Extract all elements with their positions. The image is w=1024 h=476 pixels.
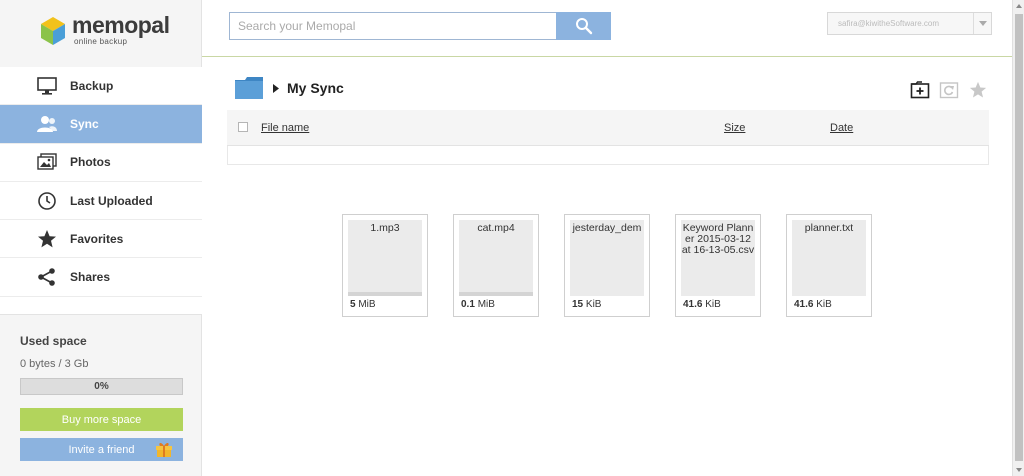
- file-size-value: 41.6: [794, 299, 814, 310]
- nav-spacer: [0, 296, 202, 315]
- file-table-header: File name Size Date: [227, 110, 989, 146]
- file-name: planner.txt: [804, 223, 854, 234]
- sidebar: memopal online backup Backup Sync Photos…: [0, 0, 202, 476]
- star-icon: [969, 81, 987, 98]
- scrollbar-thumb[interactable]: [1015, 14, 1023, 461]
- logo-wordmark: memopal: [72, 12, 170, 38]
- sidebar-item-photos[interactable]: Photos: [0, 144, 202, 182]
- invite-friend-label: Invite a friend: [68, 443, 135, 456]
- app-window: memopal online backup Backup Sync Photos…: [0, 0, 1024, 476]
- file-size-value: 5: [350, 299, 356, 310]
- star-icon: [34, 228, 60, 250]
- caret-right-icon: [273, 83, 279, 93]
- sidebar-item-label: Last Uploaded: [70, 193, 153, 208]
- sidebar-item-label: Backup: [70, 78, 114, 93]
- used-space-title: Used space: [20, 334, 87, 348]
- file-size: 41.6 KiB: [683, 299, 721, 310]
- search-button[interactable]: [556, 12, 611, 40]
- sidebar-item-sync[interactable]: Sync: [0, 105, 202, 144]
- file-size-unit: MiB: [358, 299, 376, 310]
- refresh-button[interactable]: [939, 80, 959, 100]
- file-size-unit: KiB: [816, 299, 832, 310]
- file-card[interactable]: jesterday_dem 15 KiB: [564, 214, 650, 317]
- breadcrumb: My Sync: [235, 76, 344, 100]
- sidebar-item-backup[interactable]: Backup: [0, 67, 202, 106]
- sidebar-item-label: Sync: [70, 116, 99, 131]
- file-size-value: 0.1: [461, 299, 475, 310]
- column-date[interactable]: Date: [830, 122, 853, 134]
- share-icon: [34, 266, 60, 288]
- buy-more-space-button[interactable]: Buy more space: [20, 408, 183, 431]
- folder-icon: [235, 77, 263, 99]
- sidebar-item-label: Photos: [70, 155, 111, 170]
- file-size: 41.6 KiB: [794, 299, 832, 310]
- photos-icon: [34, 151, 60, 173]
- file-size-unit: KiB: [705, 299, 721, 310]
- top-bar: safira@kiwitheSoftware.com: [202, 0, 1012, 57]
- page-title: My Sync: [287, 80, 344, 96]
- sidebar-item-last-uploaded[interactable]: Last Uploaded: [0, 182, 202, 221]
- file-name: cat.mp4: [477, 223, 515, 234]
- file-name: jesterday_dem: [572, 223, 642, 234]
- file-size-value: 41.6: [683, 299, 703, 310]
- file-name: 1.mp3: [370, 223, 400, 234]
- clock-icon: [34, 190, 60, 212]
- progress-label: 0%: [94, 381, 109, 392]
- sidebar-item-favorites[interactable]: Favorites: [0, 220, 202, 259]
- file-size: 15 KiB: [572, 299, 601, 310]
- invite-friend-button[interactable]: Invite a friend: [20, 438, 183, 461]
- sidebar-nav: Backup Sync Photos Last Uploaded Favorit…: [0, 67, 202, 315]
- file-size-value: 15: [572, 299, 584, 310]
- chevron-down-icon[interactable]: [973, 13, 991, 34]
- sidebar-item-label: Favorites: [70, 231, 124, 246]
- logo-tagline: online backup: [74, 37, 128, 46]
- column-file-name[interactable]: File name: [261, 122, 309, 134]
- used-space-value: 0 bytes / 3 Gb: [20, 358, 89, 370]
- scroll-up-arrow[interactable]: [1013, 0, 1024, 12]
- monitor-icon: [34, 75, 60, 97]
- file-size: 5 MiB: [350, 299, 376, 310]
- file-name: Keyword Planner 2015-03-12 at 16-13-05.c…: [681, 223, 755, 256]
- file-grid: 1.mp3 5 MiB cat.mp4 0.1 MiB jesterday_de…: [342, 214, 897, 317]
- new-folder-button[interactable]: [910, 80, 930, 100]
- vertical-scrollbar[interactable]: [1012, 0, 1024, 476]
- logo-cube-icon: [41, 17, 65, 45]
- file-size-unit: MiB: [477, 299, 495, 310]
- add-folder-icon: [910, 81, 930, 99]
- scroll-down-arrow[interactable]: [1013, 464, 1024, 476]
- select-all-checkbox[interactable]: [238, 122, 248, 132]
- account-email: safira@kiwitheSoftware.com: [838, 19, 940, 28]
- refresh-icon: [939, 82, 959, 99]
- thumbnail-bar: [459, 292, 533, 296]
- sidebar-item-shares[interactable]: Shares: [0, 258, 202, 297]
- file-size: 0.1 MiB: [461, 299, 495, 310]
- users-icon: [34, 113, 60, 135]
- search-icon: [575, 18, 592, 35]
- file-card[interactable]: cat.mp4 0.1 MiB: [453, 214, 539, 317]
- file-card[interactable]: Keyword Planner 2015-03-12 at 16-13-05.c…: [675, 214, 761, 317]
- used-space-progress: 0%: [20, 378, 183, 395]
- logo[interactable]: memopal online backup: [40, 12, 180, 48]
- file-card[interactable]: planner.txt 41.6 KiB: [786, 214, 872, 317]
- column-size[interactable]: Size: [724, 122, 745, 134]
- sidebar-item-label: Shares: [70, 270, 111, 285]
- thumbnail-bar: [348, 292, 422, 296]
- table-row: [227, 146, 989, 165]
- file-card[interactable]: 1.mp3 5 MiB: [342, 214, 428, 317]
- file-size-unit: KiB: [585, 299, 602, 310]
- used-space-panel: Used space 0 bytes / 3 Gb 0% Buy more sp…: [20, 334, 183, 461]
- account-dropdown[interactable]: safira@kiwitheSoftware.com: [827, 12, 992, 35]
- gift-icon: [156, 442, 172, 457]
- search-input[interactable]: [229, 12, 557, 40]
- favorite-folder-button[interactable]: [968, 80, 988, 100]
- folder-toolbar: [910, 80, 988, 100]
